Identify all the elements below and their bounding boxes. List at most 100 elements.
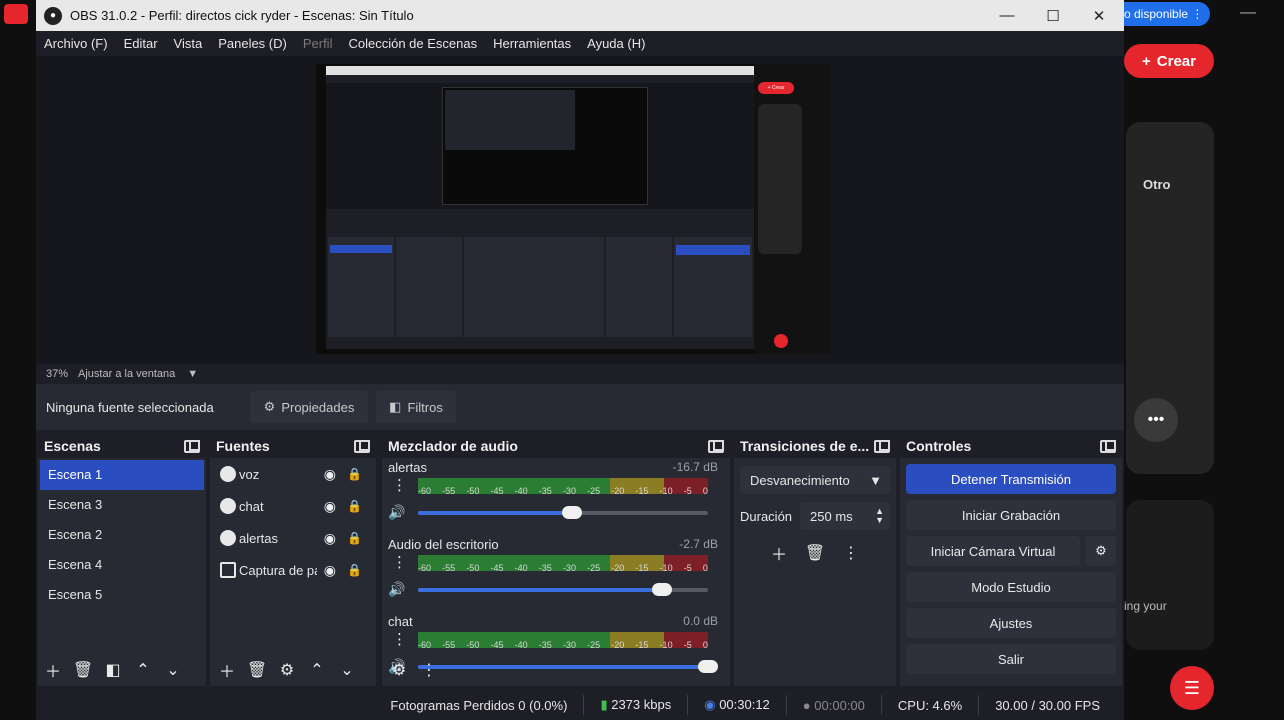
menu-vista[interactable]: Vista xyxy=(166,36,211,51)
tick-label: -45 xyxy=(490,486,504,496)
preview-area[interactable]: + Crear xyxy=(36,56,1124,364)
move-up-icon[interactable]: ⌃ xyxy=(128,655,158,685)
scene-item[interactable]: Escena 4 xyxy=(40,550,204,580)
studio-mode-button[interactable]: Modo Estudio xyxy=(906,572,1116,602)
volume-handle[interactable] xyxy=(651,583,672,596)
move-down-icon[interactable]: ⌄ xyxy=(158,655,188,685)
more-vertical-icon[interactable]: ⋮ xyxy=(392,553,407,571)
gear-icon[interactable]: ⚙ xyxy=(272,655,302,685)
stop-stream-button[interactable]: Detener Transmisión xyxy=(906,464,1116,494)
tick-label: -60 xyxy=(418,640,432,650)
move-up-icon[interactable]: ⌃ xyxy=(302,655,332,685)
advanced-audio-gear-icon[interactable]: ⚙ xyxy=(384,655,414,685)
source-item[interactable]: alertas ◉ 🔒 xyxy=(210,522,376,554)
undock-icon[interactable] xyxy=(1100,439,1116,453)
tick-label: -40 xyxy=(514,640,528,650)
virtual-camera-settings-icon[interactable]: ⚙ xyxy=(1086,536,1116,566)
scene-item[interactable]: Escena 1 xyxy=(40,460,204,490)
volume-handle[interactable] xyxy=(561,506,582,519)
menu-coleccion[interactable]: Colección de Escenas xyxy=(340,36,485,51)
spinner-icon[interactable]: ▲ ▼ xyxy=(875,507,884,525)
filter-icon[interactable]: ◧ xyxy=(98,655,128,685)
channel-db: 0.0 dB xyxy=(683,614,718,628)
more-vertical-icon[interactable]: ⋮ xyxy=(414,655,444,685)
undock-icon[interactable] xyxy=(184,439,200,453)
create-button[interactable]: + Crear xyxy=(1124,44,1214,78)
settings-button[interactable]: Ajustes xyxy=(906,608,1116,638)
audio-source-icon xyxy=(220,530,236,546)
tick-label: -25 xyxy=(587,563,601,573)
undock-icon[interactable] xyxy=(708,439,724,453)
zoom-bar: 37% Ajustar a la ventana ▼ xyxy=(36,364,1124,384)
menu-paneles[interactable]: Paneles (D) xyxy=(210,36,295,51)
minimize-icon[interactable]: — xyxy=(984,0,1030,31)
sources-footer: ＋ 🗑 ⚙ ⌃ ⌄ xyxy=(210,654,376,686)
menu-editar[interactable]: Editar xyxy=(116,36,166,51)
trash-icon[interactable]: 🗑 xyxy=(800,538,830,568)
speaker-icon[interactable]: 🔊 xyxy=(388,504,405,521)
properties-button[interactable]: ⚙ Propiedades xyxy=(250,391,368,423)
tick-label: -50 xyxy=(466,486,480,496)
nested-card xyxy=(758,104,802,254)
duration-input[interactable]: 250 ms ▲ ▼ xyxy=(800,502,890,530)
source-item[interactable]: Captura de pantalla ◉ 🔒 xyxy=(210,554,376,586)
eye-icon[interactable]: ◉ xyxy=(324,562,336,579)
move-down-icon[interactable]: ⌄ xyxy=(332,655,362,685)
add-icon[interactable]: ＋ xyxy=(38,655,68,685)
start-recording-button[interactable]: Iniciar Grabación xyxy=(906,500,1116,530)
more-options-icon[interactable]: ••• xyxy=(1134,398,1178,442)
filters-button[interactable]: ◧ Filtros xyxy=(376,391,456,423)
eye-icon[interactable]: ◉ xyxy=(324,466,336,483)
eye-icon[interactable]: ◉ xyxy=(324,498,336,515)
filter-icon: ◧ xyxy=(389,399,402,414)
scene-item[interactable]: Escena 2 xyxy=(40,520,204,550)
undock-icon[interactable] xyxy=(354,439,370,453)
speaker-icon[interactable]: 🔊 xyxy=(388,581,405,598)
menu-herramientas[interactable]: Herramientas xyxy=(485,36,579,51)
chevron-down-icon[interactable]: ▼ xyxy=(187,368,198,380)
trash-icon[interactable]: 🗑 xyxy=(68,655,98,685)
more-vertical-icon[interactable]: ⋮ xyxy=(392,476,407,494)
menu-fab-icon[interactable]: ☰ xyxy=(1170,666,1214,710)
close-icon[interactable]: ✕ xyxy=(1076,0,1122,31)
title-bar: ● OBS 31.0.2 - Perfil: directos cick ryd… xyxy=(36,0,1124,31)
menu-perfil[interactable]: Perfil xyxy=(295,36,341,51)
update-banner[interactable]: o disponible ⋮ xyxy=(1118,2,1210,26)
eye-icon[interactable]: ◉ xyxy=(324,530,336,547)
scene-item[interactable]: Escena 5 xyxy=(40,580,204,610)
virtual-camera-button[interactable]: Iniciar Cámara Virtual xyxy=(906,536,1080,566)
menu-archivo[interactable]: Archivo (F) xyxy=(36,36,116,51)
undock-icon[interactable] xyxy=(874,439,890,453)
scene-item[interactable]: Escena 3 xyxy=(40,490,204,520)
nested-fab xyxy=(774,334,788,348)
source-item[interactable]: chat ◉ 🔒 xyxy=(210,490,376,522)
mixer-footer: ⚙ ⋮ xyxy=(382,654,730,686)
menu-ayuda[interactable]: Ayuda (H) xyxy=(579,36,653,51)
background-card-2 xyxy=(1126,500,1214,650)
source-item[interactable]: voz ◉ 🔒 xyxy=(210,458,376,490)
add-icon[interactable]: ＋ xyxy=(212,655,242,685)
transition-select[interactable]: Desvanecimiento ▼ xyxy=(740,466,890,494)
signal-icon: ▮ xyxy=(600,697,608,712)
browser-minimize-icon[interactable]: — xyxy=(1240,4,1256,22)
tick-label: -5 xyxy=(683,486,692,496)
fit-window-select[interactable]: Ajustar a la ventana xyxy=(78,368,175,380)
lock-icon[interactable]: 🔒 xyxy=(347,499,362,513)
trash-icon[interactable]: 🗑 xyxy=(242,655,272,685)
more-vertical-icon[interactable]: ⋮ xyxy=(836,538,866,568)
volume-slider[interactable] xyxy=(418,583,708,596)
no-source-label: Ninguna fuente seleccionada xyxy=(46,399,214,415)
lock-icon[interactable]: 🔒 xyxy=(347,531,362,545)
maximize-icon[interactable]: ☐ xyxy=(1030,0,1076,31)
lock-icon[interactable]: 🔒 xyxy=(347,467,362,481)
tick-label: -30 xyxy=(562,563,576,573)
volume-slider[interactable] xyxy=(418,506,708,519)
preview-canvas[interactable]: + Crear xyxy=(316,64,830,354)
fps: 30.00 / 30.00 FPS xyxy=(995,697,1100,713)
exit-button[interactable]: Salir xyxy=(906,644,1116,674)
more-vertical-icon[interactable]: ⋮ xyxy=(392,630,407,648)
nested-docks xyxy=(326,209,754,349)
controls-dock: Controles Detener Transmisión Iniciar Gr… xyxy=(900,434,1122,686)
lock-icon[interactable]: 🔒 xyxy=(347,563,362,577)
add-icon[interactable]: ＋ xyxy=(764,538,794,568)
